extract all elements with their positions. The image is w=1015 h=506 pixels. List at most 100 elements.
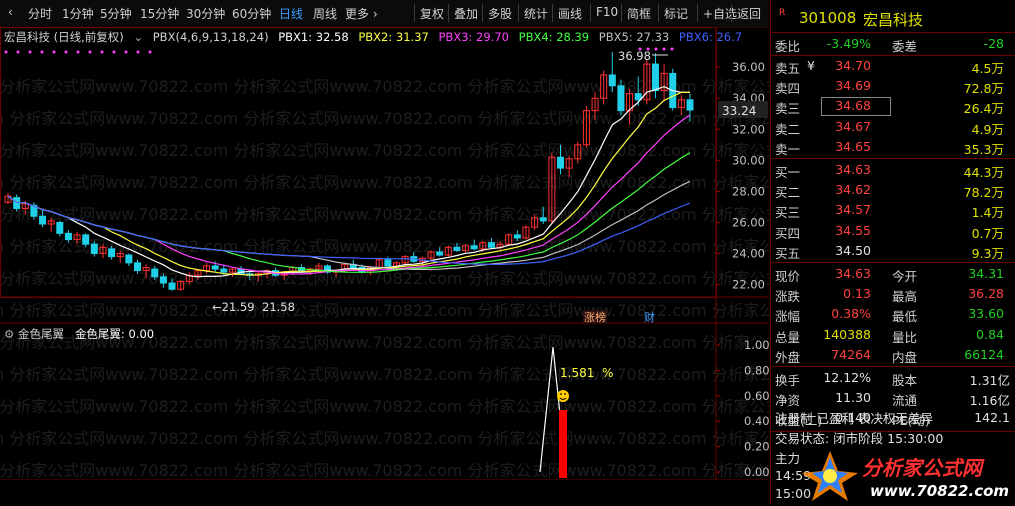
buy-row[interactable]: 买三 34.57 1.4万 (771, 200, 1015, 220)
low-annotation: ←21.59 (212, 300, 255, 314)
toolbar-separator (448, 4, 449, 22)
buy-row[interactable]: 买一 34.63 44.3万 (771, 160, 1015, 180)
watermark-text: com 分析家公式网www.70822.com 分析家公式网www.70822.… (0, 269, 770, 288)
signal-dot (100, 50, 104, 54)
finance-badge[interactable]: 财 (644, 310, 655, 324)
candle-body (453, 246, 461, 251)
stat-label: 外盘 (775, 349, 801, 365)
buy-volume: 9.3万 (971, 245, 1004, 261)
smiley-icon (557, 390, 569, 402)
stock-header: R 301008 宏昌科技 (771, 6, 1015, 30)
fundamental-value: 11.30 (835, 390, 871, 406)
stat-value: 34.63 (835, 266, 871, 281)
candle-body (617, 85, 625, 112)
period-tab-3[interactable]: 15分钟 (140, 5, 179, 22)
toolbar-back-chevron-icon[interactable]: ‹ (8, 5, 13, 19)
stat-value: 0.38% (831, 306, 871, 322)
stat-label: 现价 (775, 269, 801, 284)
toolbar-button-3[interactable]: 统计 (524, 5, 548, 22)
stat-value-2: 36.28 (968, 286, 1004, 302)
signal-dot (52, 50, 56, 54)
sell-price: 34.65 (835, 138, 871, 154)
y-tick-label: 32.00 (732, 122, 765, 136)
period-tab-1[interactable]: 1分钟 (62, 5, 94, 22)
stat-value-2: 34.31 (968, 266, 1004, 281)
toolbar-separator (518, 4, 519, 22)
stock-title: 宏昌科技 (日线,前复权) (4, 30, 124, 44)
signal-dot (654, 47, 658, 51)
indicator-settings-icon[interactable]: ⚙ (4, 327, 14, 341)
stat-row: 外盘 74264 内盘 66124 (771, 345, 1015, 365)
period-tab-7[interactable]: 周线 (313, 5, 337, 22)
tags-row: 注册制 已盈利 表决权无差异 (771, 406, 1015, 426)
sell-row[interactable]: 卖一 34.65 35.3万 (771, 137, 1015, 157)
sell-volume: 35.3万 (963, 141, 1004, 157)
period-tab-8[interactable]: 更多 › (345, 5, 378, 22)
sell-label: 卖二 (775, 121, 801, 137)
buy-price: 34.63 (835, 162, 871, 177)
period-tab-5[interactable]: 60分钟 (232, 5, 271, 22)
zhangbang-label: 涨榜 (584, 310, 606, 324)
signal-dot (124, 50, 128, 54)
buy-price: 34.50 (835, 242, 871, 258)
pbx6-label: PBX6: 26.7 (678, 30, 743, 44)
buy-row[interactable]: 买五 34.50 9.3万 (771, 241, 1015, 261)
signal-dot (662, 47, 666, 51)
buy-label: 买一 (775, 165, 801, 180)
stat-label: 涨跌 (775, 289, 801, 305)
r-badge-icon: R (779, 8, 786, 18)
stat-label-2: 最高 (892, 289, 918, 305)
sell-row[interactable]: 卖三 34.68 26.4万 (771, 96, 1015, 117)
candle-body (384, 259, 392, 267)
period-tab-6[interactable]: 日线 (279, 5, 303, 22)
watermark-text: com 分析家公式网www.70822.com 分析家公式网www.70822.… (0, 237, 770, 256)
period-tab-0[interactable]: 分时 (28, 5, 52, 22)
period-toolbar: 分时 1分钟 5分钟 15分钟 30分钟 60分钟 日线 周线 更多 › ‹ 复权 叠加 多股 统计 画线 F… (0, 0, 768, 28)
indicator-y-tick-label: 0.00 (744, 465, 770, 479)
divider (771, 262, 1015, 263)
stat-value-2: 33.60 (968, 306, 1004, 322)
kline-chart[interactable]: com 分析家公式网www.70822.com 分析家公式网www.70822.… (0, 27, 770, 480)
sell-row[interactable]: 卖五 ¥34.70 4.5万 (771, 56, 1015, 76)
toolbar-button-7[interactable]: 标记 (664, 5, 688, 22)
toolbar-button-1[interactable]: 叠加 (454, 5, 478, 22)
toolbar-button-2[interactable]: 多股 (488, 5, 512, 22)
candle-body (470, 245, 478, 250)
candle-body (125, 254, 133, 264)
buy-row[interactable]: 买二 34.62 78.2万 (771, 180, 1015, 200)
legend-chevron-icon[interactable]: ⌄ (133, 30, 143, 44)
weibi-label: 委比 (775, 39, 801, 54)
divider (771, 158, 1015, 159)
indicator-peak-label: 1.581 (560, 366, 594, 380)
stat-value-2: 0.84 (976, 326, 1004, 342)
stock-name: 宏昌科技 (863, 11, 924, 29)
toolbar-button-4[interactable]: 画线 (558, 5, 582, 22)
buy-label: 买三 (775, 205, 801, 221)
candle-body (168, 282, 176, 290)
toolbar-button-6[interactable]: 简框 (627, 5, 651, 22)
toolbar-button-0[interactable]: 复权 (420, 5, 444, 22)
watermark-text: com 分析家公式网www.70822.com 分析家公式网www.70822.… (0, 205, 770, 224)
buy-label: 买二 (775, 185, 801, 201)
toolbar-separator (552, 4, 553, 22)
candle-body (13, 197, 21, 209)
toolbar-button-5[interactable]: F10 (596, 5, 618, 19)
watermark-text: com 分析家公式网www.70822.com 分析家公式网www.70822.… (0, 109, 770, 128)
buy-row[interactable]: 买四 34.55 0.7万 (771, 221, 1015, 241)
stat-value: 140388 (823, 326, 871, 342)
toolbar-button-9[interactable]: 返回 (737, 5, 761, 22)
indicator-y-tick-label: 0.60 (744, 389, 770, 403)
signal-dot (148, 50, 152, 54)
sell-row[interactable]: 卖四 34.69 72.8万 (771, 76, 1015, 96)
y-tick-label: 22.00 (732, 278, 765, 292)
sell-row[interactable]: 卖二 34.67 4.9万 (771, 117, 1015, 137)
toolbar-separator (658, 4, 659, 22)
sell-price: 34.69 (835, 78, 871, 94)
signal-dot (112, 50, 116, 54)
sell-price: 34.67 (835, 118, 871, 134)
stat-label-2: 量比 (892, 329, 918, 345)
watermark-text: com 分析家公式网www.70822.com 分析家公式网www.70822.… (0, 429, 770, 448)
period-tab-2[interactable]: 5分钟 (100, 5, 132, 22)
period-tab-4[interactable]: 30分钟 (186, 5, 225, 22)
stat-value: 74264 (831, 346, 871, 362)
